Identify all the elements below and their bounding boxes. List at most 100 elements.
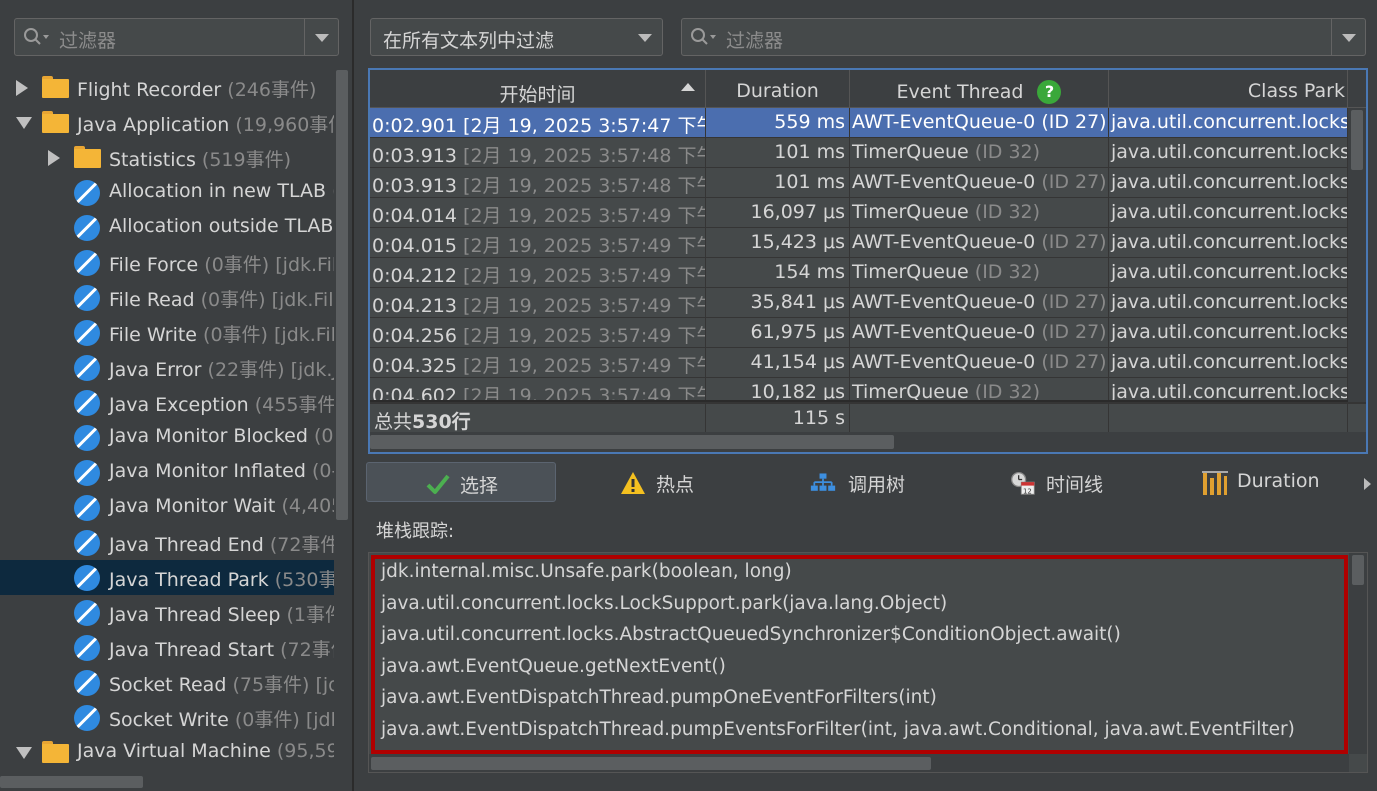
tab-select[interactable]: 选择	[366, 462, 556, 502]
expand-arrow-down-icon[interactable]	[16, 747, 32, 759]
tree-item[interactable]: Java Monitor Blocked (0-	[0, 420, 334, 455]
tree-item[interactable]: File Read (0事件) [jdk.File	[0, 280, 334, 315]
tree-item-count: (19,960事件	[235, 114, 334, 136]
tree-item[interactable]: Java Thread End (72事件	[0, 525, 334, 560]
table-row[interactable]: 0:04.602 [2月 19, 2025 3:57:49 下午] 10,182 …	[370, 378, 1366, 400]
scroll-thumb[interactable]	[370, 435, 894, 449]
tab-duration[interactable]: Duration	[1202, 462, 1332, 502]
total-duration: 115 s	[792, 407, 845, 429]
tree-item[interactable]: Socket Read (75事件) [jd	[0, 665, 334, 700]
column-header-class-park[interactable]: Class Park	[1109, 70, 1348, 108]
start-date: [2月 19, 2025 3:57:49 下午]	[463, 295, 706, 317]
thread-name: TimerQueue	[852, 201, 969, 223]
tree-item[interactable]: Flight Recorder (246事件)	[0, 70, 334, 105]
tree-filter-box[interactable]: 过滤器	[14, 18, 339, 56]
stack-vertical-scrollbar[interactable]	[1349, 553, 1367, 754]
column-header-start-time[interactable]: 开始时间	[370, 70, 706, 108]
event-type-icon	[74, 460, 100, 486]
expand-arrow-right-icon[interactable]	[16, 80, 28, 96]
tree-item-label: File Read (0事件) [jdk.File	[109, 285, 334, 312]
tree-item-label: Java Thread Start (72事件	[109, 635, 334, 662]
tree-item[interactable]: Java Monitor Wait (4,405	[0, 490, 334, 525]
duration: 559 ms	[774, 111, 845, 133]
duration-cell: 154 ms	[706, 258, 850, 288]
tree-item-id: [jdk.File	[275, 254, 334, 276]
column-header-event-thread[interactable]: Event Thread ?	[850, 70, 1109, 108]
scroll-thumb[interactable]	[371, 757, 931, 770]
table-vertical-scrollbar[interactable]	[1348, 108, 1366, 402]
tree-vertical-scrollbar[interactable]	[334, 70, 350, 773]
start-time-cell: 0:02.901 [2月 19, 2025 3:57:47 下午]	[370, 108, 706, 138]
class-park: java.util.concurrent.locks.A	[1111, 351, 1348, 373]
tree-item[interactable]: Allocation in new TLAB (	[0, 175, 334, 210]
tree-item[interactable]: Allocation outside TLAB	[0, 210, 334, 245]
start-time: 0:04.325	[372, 355, 457, 377]
tree-item[interactable]: File Write (0事件) [jdk.File	[0, 315, 334, 350]
start-time: 0:04.256	[372, 325, 457, 347]
event-type-icon	[74, 425, 100, 451]
tree-item-label: Java Application (19,960事件	[77, 110, 334, 137]
tree-item[interactable]: Java Application (19,960事件	[0, 105, 334, 140]
tree-item[interactable]: Java Monitor Inflated (0-	[0, 455, 334, 490]
expand-arrow-down-icon[interactable]	[16, 117, 32, 129]
tab-timeline[interactable]: 12 时间线	[1010, 462, 1130, 502]
tree-horizontal-scrollbar[interactable]	[0, 773, 334, 791]
table-row[interactable]: 0:03.913 [2月 19, 2025 3:57:48 下午] 101 ms T…	[370, 138, 1366, 168]
chevron-right-icon[interactable]	[1364, 478, 1371, 490]
stack-horizontal-scrollbar[interactable]	[369, 754, 1349, 772]
tree-item-id: [jd	[315, 674, 334, 696]
tree-item[interactable]: Java Error (22事件) [jdk.Ja	[0, 350, 334, 385]
tab-label: 调用树	[848, 474, 906, 496]
table-filter-box[interactable]: 过滤器	[681, 18, 1366, 56]
tree-item[interactable]: Java Thread Sleep (1事件	[0, 595, 334, 630]
table-row[interactable]: 0:02.901 [2月 19, 2025 3:57:47 下午] 559 ms A…	[370, 108, 1366, 138]
thread-id: (ID 32)	[974, 261, 1041, 283]
tree-item[interactable]: File Force (0事件) [jdk.File	[0, 245, 334, 280]
table-row[interactable]: 0:04.015 [2月 19, 2025 3:57:49 下午] 15,423 …	[370, 228, 1366, 258]
column-filter-select[interactable]: 在所有文本列中过滤	[370, 18, 663, 56]
tree-item[interactable]: Java Thread Park (530事	[0, 560, 334, 595]
svg-text:12: 12	[1023, 487, 1032, 495]
table-row[interactable]: 0:04.213 [2月 19, 2025 3:57:49 下午] 35,841 …	[370, 288, 1366, 318]
tree-item-count: (1事件	[286, 604, 334, 626]
table-row[interactable]: 0:04.212 [2月 19, 2025 3:57:49 下午] 154 ms T…	[370, 258, 1366, 288]
tree-item[interactable]: Socket Write (0事件) [jdk	[0, 700, 334, 735]
column-header-duration[interactable]: Duration	[706, 70, 850, 108]
start-time: 0:04.015	[372, 235, 457, 257]
event-thread-cell: TimerQueue (ID 32)	[850, 378, 1109, 400]
tab-call-tree[interactable]: 调用树	[810, 462, 930, 502]
tree-item-name: Socket Read	[109, 674, 227, 696]
table-horizontal-scrollbar[interactable]	[370, 432, 1366, 452]
total-rows-cell: 总共530行	[370, 404, 706, 434]
tree-item-id: [jdk	[305, 709, 334, 731]
table-row[interactable]: 0:04.256 [2月 19, 2025 3:57:49 下午] 61,975 …	[370, 318, 1366, 348]
expand-arrow-right-icon[interactable]	[48, 150, 60, 166]
chevron-down-icon[interactable]	[1331, 19, 1365, 55]
scroll-thumb[interactable]	[336, 70, 348, 520]
help-icon[interactable]: ?	[1037, 80, 1062, 104]
tree-item[interactable]: Java Thread Start (72事件	[0, 630, 334, 665]
duration: 10,182 μs	[750, 381, 845, 400]
table-row[interactable]: 0:04.014 [2月 19, 2025 3:57:49 下午] 16,097 …	[370, 198, 1366, 228]
class-park-cell: java.util.concurrent.locks.A	[1109, 108, 1348, 138]
chevron-down-icon[interactable]	[304, 19, 338, 55]
scroll-thumb[interactable]	[1352, 555, 1364, 585]
event-type-icon	[74, 495, 100, 521]
start-time: 0:02.901	[372, 115, 457, 137]
table-row[interactable]: 0:03.913 [2月 19, 2025 3:57:48 下午] 101 ms A…	[370, 168, 1366, 198]
tree-item[interactable]: Java Virtual Machine (95,597	[0, 735, 334, 770]
scroll-thumb[interactable]	[1351, 110, 1363, 170]
thread-name: AWT-EventQueue-0	[852, 321, 1036, 343]
duration-cell: 101 ms	[706, 138, 850, 168]
tree-item-name: Java Exception	[109, 394, 249, 416]
start-time-cell: 0:04.213 [2月 19, 2025 3:57:49 下午]	[370, 288, 706, 318]
tab-hotspots[interactable]: 热点	[620, 462, 730, 502]
table-row[interactable]: 0:04.325 [2月 19, 2025 3:57:49 下午] 41,154 …	[370, 348, 1366, 378]
tree-item-name: Flight Recorder	[77, 79, 222, 101]
class-park: java.util.concurrent.locks.A	[1111, 291, 1348, 313]
tree-item[interactable]: Statistics (519事件)	[0, 140, 334, 175]
class-park-cell: java.util.concurrent.locks.A	[1109, 378, 1348, 400]
scroll-thumb[interactable]	[0, 776, 143, 788]
tree-item[interactable]: Java Exception (455事件)	[0, 385, 334, 420]
table-header: 开始时间 Duration Event Thread ? Class Park	[370, 70, 1366, 108]
